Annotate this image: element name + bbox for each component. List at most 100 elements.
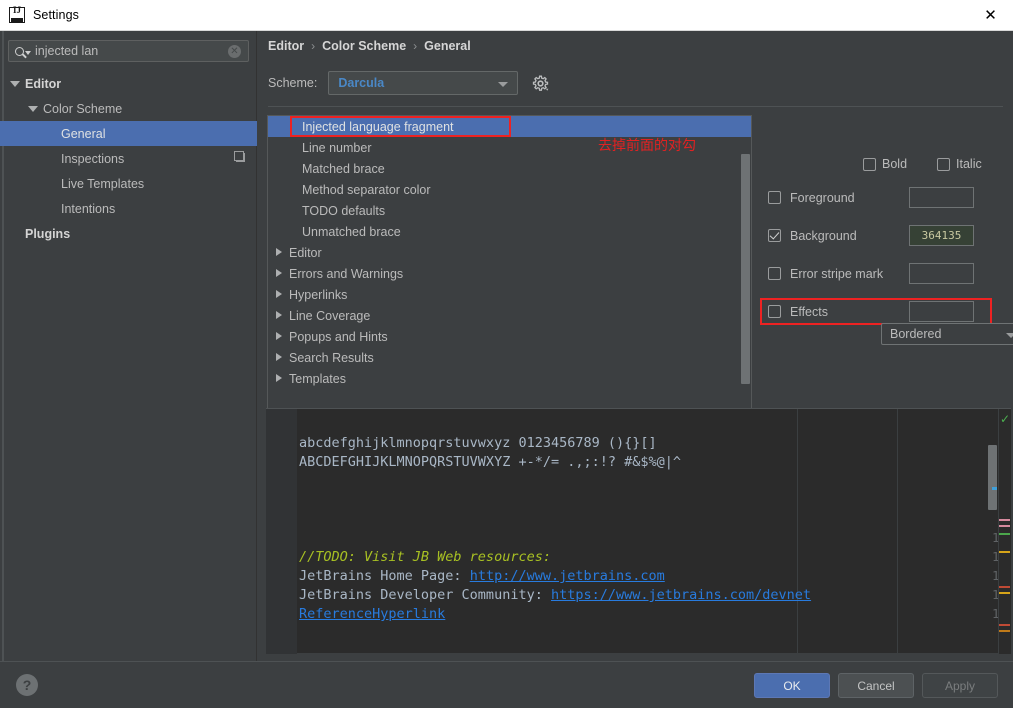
attribute-row[interactable]: Injected language fragment (268, 116, 751, 137)
chevron-down-icon[interactable] (10, 78, 21, 89)
scrollbar-mark (992, 487, 997, 490)
option-row-foreground: Foreground (768, 185, 1006, 210)
preview-scrollbar[interactable] (988, 445, 997, 510)
attribute-row[interactable]: Unmatched brace (268, 221, 751, 242)
code-segment-default: JetBrains Home Page: (299, 568, 470, 584)
stripe-marker[interactable] (999, 624, 1010, 626)
chevron-right-icon[interactable] (273, 347, 289, 368)
attribute-label: Unmatched brace (302, 224, 401, 239)
attribute-label: TODO defaults (302, 203, 386, 218)
sidebar-item-label: Color Scheme (43, 101, 123, 116)
chevron-right-icon[interactable] (273, 263, 289, 284)
scheme-row: Scheme: Darcula (268, 71, 549, 95)
attribute-label: Matched brace (302, 161, 385, 176)
attribute-row[interactable]: Matched brace (268, 158, 751, 179)
italic-checkbox[interactable] (937, 157, 951, 171)
attribute-list-scrollbar[interactable] (741, 154, 750, 384)
sidebar-tree: Editor Color Scheme General Inspections Live… (0, 71, 257, 246)
ok-button[interactable]: OK (754, 673, 830, 698)
cancel-button[interactable]: Cancel (838, 673, 914, 698)
sidebar-item-general[interactable]: General (0, 121, 257, 146)
scheme-label: Scheme: (268, 76, 318, 90)
italic-label: Italic (956, 157, 982, 171)
help-button[interactable]: ? (16, 674, 38, 696)
close-icon[interactable]: ✕ (968, 0, 1013, 30)
gear-icon[interactable] (532, 75, 549, 92)
attribute-label: Injected language fragment (302, 119, 454, 134)
attribute-label: Hyperlinks (289, 287, 348, 302)
attribute-row[interactable]: Errors and Warnings (268, 263, 751, 284)
option-row-background: Background 364135 (768, 223, 1006, 248)
italic-checkbox-group[interactable]: Italic (937, 157, 982, 171)
chevron-right-icon[interactable] (273, 326, 289, 347)
code-line: ABCDEFGHIJKLMNOPQRSTUVWXYZ +-*/= .,;:!? … (299, 454, 681, 470)
stripe-marker[interactable] (999, 630, 1010, 632)
breadcrumb-separator-icon: › (311, 39, 316, 53)
chevron-right-icon[interactable] (273, 284, 289, 305)
error-stripe-markers[interactable]: ✓ (998, 409, 1011, 654)
color-swatch-error-stripe-mark[interactable] (909, 263, 974, 284)
clear-search-icon[interactable]: ✕ (228, 44, 241, 58)
sidebar-item-editor[interactable]: Editor (0, 71, 257, 96)
stripe-marker[interactable] (999, 525, 1010, 527)
code-segment-link[interactable]: https://www.jetbrains.com/devnet (551, 587, 811, 603)
color-attribute-list: Injected language fragment Line number Mat… (267, 115, 752, 427)
attribute-row[interactable]: Method separator color (268, 179, 751, 200)
breadcrumb-part-editor[interactable]: Editor (268, 39, 304, 53)
chevron-down-icon[interactable] (28, 103, 39, 114)
attribute-row[interactable]: Popups and Hints (268, 326, 751, 347)
stripe-marker[interactable] (999, 592, 1010, 594)
bold-checkbox[interactable] (863, 157, 876, 171)
option-row-effects: Effects (768, 299, 1006, 324)
copy-scheme-icon[interactable] (234, 151, 245, 162)
chevron-right-icon[interactable] (273, 305, 289, 326)
title-bar: Settings ✕ (0, 0, 1013, 31)
sidebar-item-inspections[interactable]: Inspections (0, 146, 257, 171)
chevron-right-icon[interactable] (273, 368, 289, 389)
background-checkbox[interactable] (768, 229, 781, 242)
sidebar-item-label: Editor (25, 76, 62, 91)
code-segment-link[interactable]: ReferenceHyperlink (299, 606, 445, 622)
attribute-row[interactable]: Hyperlinks (268, 284, 751, 305)
code-preview[interactable]: 45abcdefghijklmnopqrstuvwxyz 0123456789 … (266, 408, 1011, 654)
scheme-dropdown[interactable]: Darcula (328, 71, 519, 95)
preview-gutter (266, 409, 297, 654)
sidebar-item-label: Plugins (25, 226, 71, 241)
sidebar-item-color-scheme[interactable]: Color Scheme (0, 96, 257, 121)
sidebar-item-live-templates[interactable]: Live Templates (0, 171, 257, 196)
bold-checkbox-group[interactable]: Bold (863, 157, 907, 171)
sidebar-item-intentions[interactable]: Intentions (0, 196, 257, 221)
chevron-down-icon (498, 82, 509, 87)
stripe-marker[interactable] (999, 533, 1010, 535)
stripe-marker[interactable] (999, 551, 1010, 553)
error-stripe-mark-checkbox[interactable] (768, 267, 781, 280)
color-swatch-effects[interactable] (909, 301, 974, 322)
stripe-marker[interactable] (999, 519, 1010, 521)
attribute-row[interactable]: Line Coverage (268, 305, 751, 326)
attribute-label: Editor (289, 245, 322, 260)
sidebar-item-label: General (61, 126, 106, 141)
breadcrumb-part-general[interactable]: General (424, 39, 471, 53)
stripe-marker[interactable] (999, 586, 1010, 588)
attribute-label: Popups and Hints (289, 329, 388, 344)
color-swatch-foreground[interactable] (909, 187, 974, 208)
attribute-row[interactable]: Editor (268, 242, 751, 263)
attribute-row[interactable]: Templates (268, 368, 751, 389)
sidebar-item-plugins[interactable]: Plugins (0, 221, 257, 246)
breadcrumb-part-color-scheme[interactable]: Color Scheme (322, 39, 406, 53)
code-segment-link[interactable]: http://www.jetbrains.com (470, 568, 665, 584)
chevron-down-icon (1006, 333, 1013, 338)
attribute-row[interactable]: Search Results (268, 347, 751, 368)
color-swatch-background[interactable]: 364135 (909, 225, 974, 246)
code-segment-default: abcdefghijklmnopqrstuvwxyz 0123456789 ()… (299, 435, 657, 451)
chevron-right-icon[interactable] (273, 242, 289, 263)
foreground-checkbox[interactable] (768, 191, 781, 204)
attribute-row[interactable]: TODO defaults (268, 200, 751, 221)
search-input[interactable]: injected lan ✕ (8, 40, 249, 62)
effects-checkbox[interactable] (768, 305, 781, 318)
attribute-label: Templates (289, 371, 346, 386)
effect-type-dropdown[interactable]: Bordered (881, 323, 1013, 345)
apply-button[interactable]: Apply (922, 673, 998, 698)
